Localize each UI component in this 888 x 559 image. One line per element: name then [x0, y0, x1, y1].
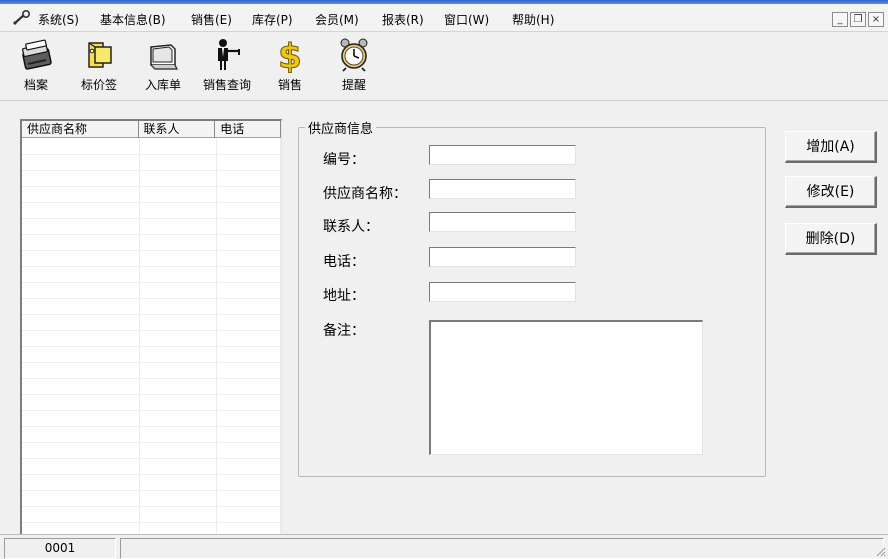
- list-row-line: [22, 186, 281, 187]
- column-header-contact[interactable]: 联系人: [139, 121, 216, 138]
- contact-label: 联系人：: [323, 219, 379, 235]
- address-field[interactable]: [429, 282, 576, 302]
- list-row-line: [22, 154, 281, 155]
- status-panel-message: [120, 538, 884, 559]
- column-header-phone[interactable]: 电话: [215, 121, 281, 138]
- menu-basic-info[interactable]: 基本信息(B): [100, 11, 166, 28]
- phone-label: 电话：: [323, 254, 365, 270]
- dollar-icon: $: [278, 37, 303, 73]
- wrench-icon[interactable]: [12, 10, 32, 26]
- person-cane-icon: [218, 39, 240, 70]
- list-row-line: [22, 442, 281, 443]
- list-row-line: [22, 330, 281, 331]
- toolbar-sales-button[interactable]: $ 销售: [272, 37, 308, 99]
- list-row-line: [22, 394, 281, 395]
- list-row-line: [22, 218, 281, 219]
- toolbar-receipt-label: 入库单: [144, 78, 181, 92]
- archive-icon: [22, 39, 52, 70]
- list-row-line: [22, 458, 281, 459]
- toolbar-archive-button[interactable]: 档案: [14, 37, 58, 99]
- restore-button[interactable]: ❐: [850, 12, 866, 27]
- list-row-line: [22, 234, 281, 235]
- list-row-line: [22, 250, 281, 251]
- toolbar-price-tag-button[interactable]: 标价签: [76, 37, 122, 99]
- remark-label: 备注：: [323, 323, 365, 339]
- menu-reports[interactable]: 报表(R): [382, 11, 424, 28]
- list-row-line: [22, 522, 281, 523]
- remark-field[interactable]: [429, 320, 703, 455]
- menu-window[interactable]: 窗口(W): [444, 11, 489, 28]
- supplier-name-label: 供应商名称：: [323, 186, 407, 202]
- toolbar-price-tag-label: 标价签: [80, 78, 117, 92]
- list-row-line: [22, 298, 281, 299]
- supplier-form-window: 供应商名称 联系人 电话 供应商信息 编号： 供应商名称： 联系人： 电话： 地…: [0, 102, 888, 536]
- contact-field[interactable]: [429, 212, 576, 232]
- list-row-line: [22, 490, 281, 491]
- list-row-line: [22, 410, 281, 411]
- id-field[interactable]: [429, 145, 576, 165]
- status-bar: 0001: [0, 534, 888, 559]
- delete-button[interactable]: 删除(D): [785, 223, 877, 255]
- mdi-window-controls: _ ❐ ×: [832, 12, 884, 27]
- grid-divider: [139, 138, 140, 536]
- supplier-info-group-title: 供应商信息: [305, 118, 377, 137]
- list-row-line: [22, 362, 281, 363]
- toolbar-reminder-label: 提醒: [341, 78, 366, 92]
- list-row-line: [22, 426, 281, 427]
- menu-member[interactable]: 会员(M): [315, 11, 359, 28]
- column-header-supplier-name[interactable]: 供应商名称: [22, 121, 139, 138]
- id-label: 编号：: [323, 152, 365, 168]
- list-row-line: [22, 282, 281, 283]
- toolbar-archive-label: 档案: [23, 78, 48, 92]
- list-row-line: [22, 378, 281, 379]
- add-button[interactable]: 增加(A): [785, 131, 877, 163]
- toolbar-sales-query-button[interactable]: 销售查询: [198, 37, 256, 99]
- toolbar-sales-label: 销售: [277, 78, 302, 92]
- svg-text:$: $: [278, 37, 302, 73]
- list-row-line: [22, 506, 281, 507]
- close-button[interactable]: ×: [868, 12, 884, 27]
- list-row-line: [22, 266, 281, 267]
- status-panel-record: 0001: [4, 538, 116, 559]
- resize-grip-icon[interactable]: [874, 545, 886, 557]
- price-tag-icon: [88, 42, 112, 68]
- grid-divider: [280, 138, 281, 536]
- menu-help[interactable]: 帮助(H): [512, 11, 554, 28]
- list-row-line: [22, 314, 281, 315]
- supplier-name-field[interactable]: [429, 179, 576, 199]
- menu-bar: 系统(S) 基本信息(B) 销售(E) 库存(P) 会员(M) 报表(R) 窗口…: [0, 4, 888, 32]
- list-row-line: [22, 202, 281, 203]
- toolbar-reminder-button[interactable]: 提醒: [336, 37, 372, 99]
- toolbar-receipt-button[interactable]: 入库单: [140, 37, 186, 99]
- menu-system[interactable]: 系统(S): [38, 11, 79, 28]
- toolbar: 档案 标价签 入库单 销售查询 $ 销售 提醒: [0, 33, 888, 101]
- list-row-line: [22, 170, 281, 171]
- receipt-form-icon: [150, 44, 178, 70]
- menu-inventory[interactable]: 库存(P): [252, 11, 293, 28]
- grid-divider: [216, 138, 217, 536]
- menu-sales[interactable]: 销售(E): [191, 11, 232, 28]
- minimize-button[interactable]: _: [832, 12, 848, 27]
- supplier-list-header: 供应商名称 联系人 电话: [22, 121, 281, 138]
- phone-field[interactable]: [429, 247, 576, 267]
- alarm-clock-icon: [340, 38, 368, 72]
- list-row-line: [22, 346, 281, 347]
- address-label: 地址：: [323, 288, 365, 304]
- toolbar-sales-query-label: 销售查询: [202, 78, 251, 92]
- edit-button[interactable]: 修改(E): [785, 176, 877, 208]
- list-row-line: [22, 474, 281, 475]
- supplier-list[interactable]: 供应商名称 联系人 电话: [20, 119, 282, 536]
